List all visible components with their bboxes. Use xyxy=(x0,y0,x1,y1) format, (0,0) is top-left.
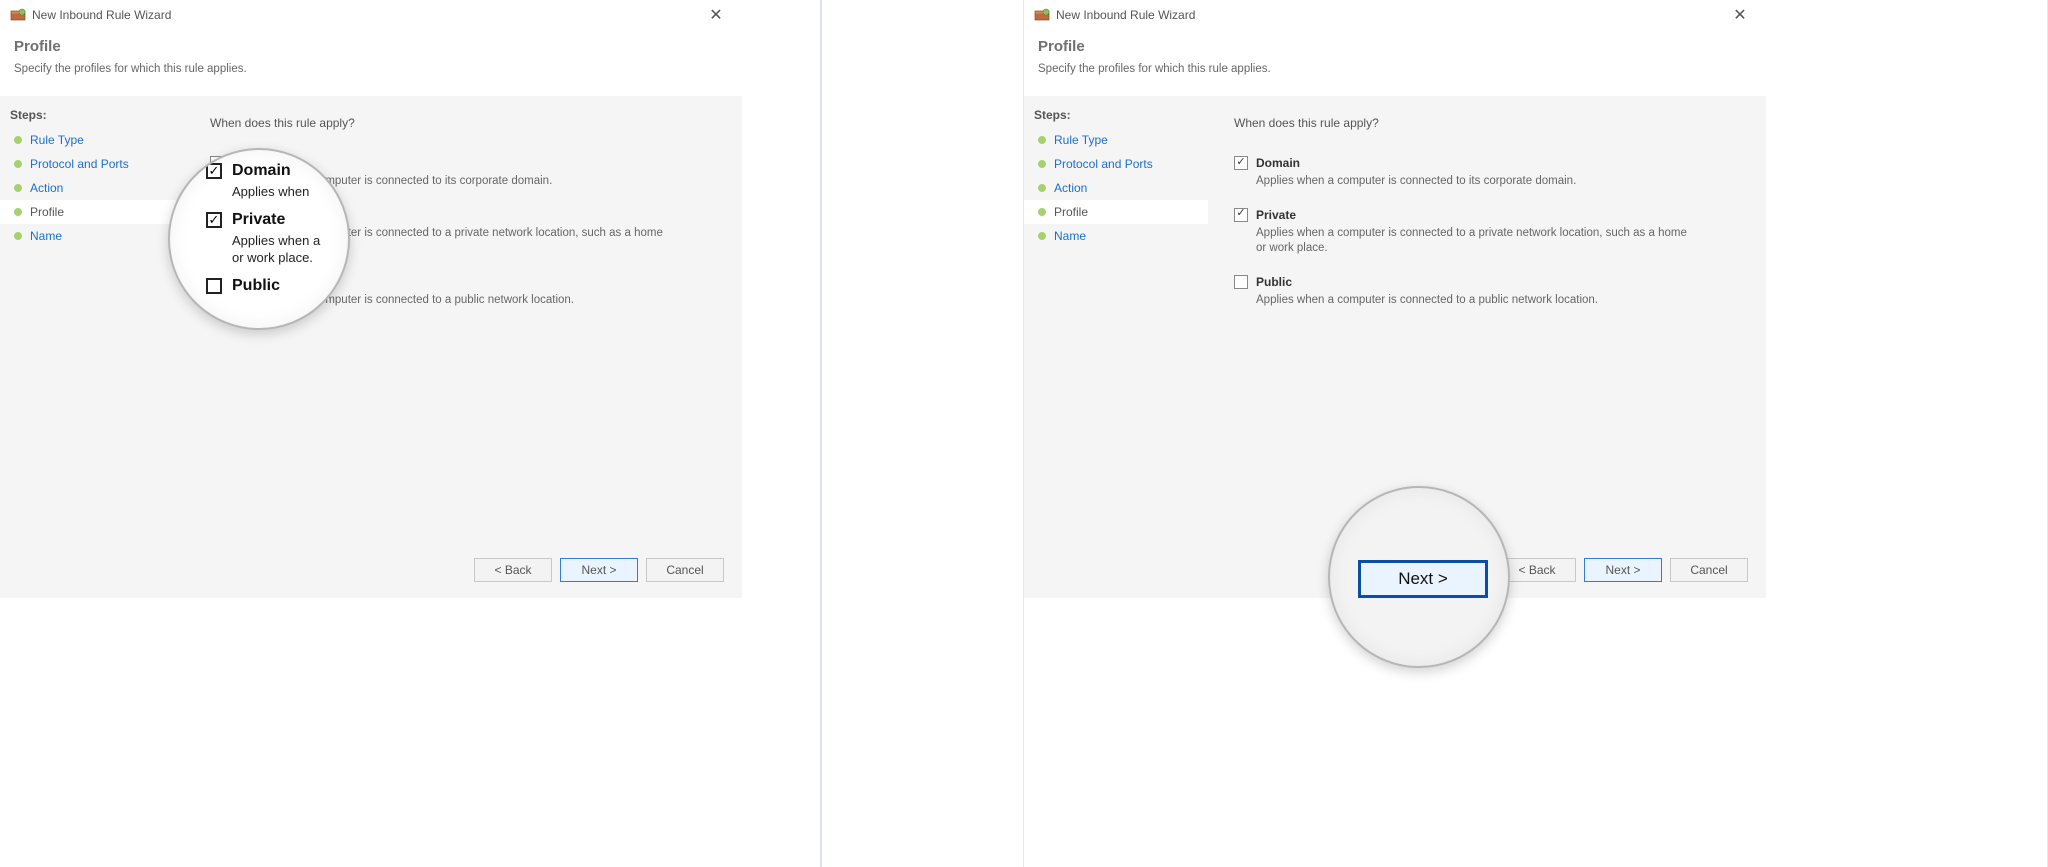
firewall-icon xyxy=(1034,7,1050,23)
option-desc: Applies when a computer is connected to … xyxy=(1256,226,1700,257)
step-dot-icon xyxy=(1038,184,1046,192)
option-public: Public Applies when a computer is connec… xyxy=(210,275,716,309)
step-rule-type[interactable]: Rule Type xyxy=(1024,128,1208,152)
step-label: Rule Type xyxy=(1054,133,1108,147)
page-title: Profile xyxy=(14,38,728,55)
step-dot-icon xyxy=(14,208,22,216)
next-button[interactable]: Next > xyxy=(1584,558,1662,582)
back-button[interactable]: < Back xyxy=(474,558,552,582)
cancel-button[interactable]: Cancel xyxy=(1670,558,1748,582)
steps-header: Steps: xyxy=(0,104,184,128)
page-subtitle: Specify the profiles for which this rule… xyxy=(1038,63,1752,75)
back-button[interactable]: < Back xyxy=(1498,558,1576,582)
step-label: Profile xyxy=(30,205,64,219)
step-dot-icon xyxy=(1038,136,1046,144)
checkbox-private[interactable] xyxy=(1234,208,1248,222)
button-bar: < Back Next > Cancel xyxy=(1498,558,1748,582)
page-header: Profile Specify the profiles for which t… xyxy=(0,30,742,83)
page-title: Profile xyxy=(1038,38,1752,55)
wizard-window: New Inbound Rule Wizard ✕ Profile Specif… xyxy=(0,0,742,598)
step-label: Profile xyxy=(1054,205,1088,219)
checkbox-public[interactable] xyxy=(210,275,224,289)
option-domain: Domain Applies when a computer is connec… xyxy=(210,156,716,190)
wizard-window: New Inbound Rule Wizard ✕ Profile Specif… xyxy=(1024,0,1766,598)
option-label: Public xyxy=(232,275,268,289)
checkbox-domain[interactable] xyxy=(1234,156,1248,170)
step-profile[interactable]: Profile xyxy=(1024,200,1208,224)
step-label: Action xyxy=(1054,181,1087,195)
checkbox-domain[interactable] xyxy=(210,156,224,170)
firewall-icon xyxy=(10,7,26,23)
step-dot-icon xyxy=(14,160,22,168)
page-subtitle: Specify the profiles for which this rule… xyxy=(14,63,728,75)
option-label: Public xyxy=(1256,275,1292,289)
step-label: Action xyxy=(30,181,63,195)
step-action[interactable]: Action xyxy=(1024,176,1208,200)
step-label: Name xyxy=(1054,229,1086,243)
option-private: Private Applies when a computer is conne… xyxy=(210,208,716,257)
option-label: Private xyxy=(232,208,272,222)
step-dot-icon xyxy=(1038,232,1046,240)
step-action[interactable]: Action xyxy=(0,176,184,200)
titlebar: New Inbound Rule Wizard ✕ xyxy=(0,0,742,30)
option-desc: Applies when a computer is connected to … xyxy=(1256,293,1700,309)
option-label: Domain xyxy=(232,156,276,170)
close-icon[interactable]: ✕ xyxy=(1720,1,1760,29)
option-desc: Applies when a computer is connected to … xyxy=(1256,174,1700,190)
steps-header: Steps: xyxy=(1024,104,1208,128)
option-desc: Applies when a computer is connected to … xyxy=(232,226,676,257)
option-domain: Domain Applies when a computer is connec… xyxy=(1234,156,1740,190)
close-icon[interactable]: ✕ xyxy=(696,1,736,29)
option-label: Private xyxy=(1256,208,1296,222)
step-name[interactable]: Name xyxy=(0,224,184,248)
step-name[interactable]: Name xyxy=(1024,224,1208,248)
checkbox-private[interactable] xyxy=(210,208,224,222)
question-text: When does this rule apply? xyxy=(1234,116,1740,130)
step-dot-icon xyxy=(14,232,22,240)
page-header: Profile Specify the profiles for which t… xyxy=(1024,30,1766,83)
step-label: Name xyxy=(30,229,62,243)
window-title: New Inbound Rule Wizard xyxy=(1056,8,1195,22)
step-dot-icon xyxy=(14,184,22,192)
content-pane: When does this rule apply? Domain Applie… xyxy=(1208,96,1766,598)
checkbox-public[interactable] xyxy=(1234,275,1248,289)
option-desc: Applies when a computer is connected to … xyxy=(232,174,676,190)
step-dot-icon xyxy=(14,136,22,144)
step-label: Protocol and Ports xyxy=(30,157,129,171)
option-private: Private Applies when a computer is conne… xyxy=(1234,208,1740,257)
content-pane: When does this rule apply? Domain Applie… xyxy=(184,96,742,598)
steps-sidebar: Steps: Rule Type Protocol and Ports Acti… xyxy=(1024,96,1208,598)
step-dot-icon xyxy=(1038,160,1046,168)
panel-right: New Inbound Rule Wizard ✕ Profile Specif… xyxy=(1024,0,2048,867)
step-protocol-ports[interactable]: Protocol and Ports xyxy=(1024,152,1208,176)
step-protocol-ports[interactable]: Protocol and Ports xyxy=(0,152,184,176)
panel-divider xyxy=(820,0,822,867)
step-label: Protocol and Ports xyxy=(1054,157,1153,171)
next-button[interactable]: Next > xyxy=(560,558,638,582)
step-profile[interactable]: Profile xyxy=(0,200,184,224)
option-label: Domain xyxy=(1256,156,1300,170)
question-text: When does this rule apply? xyxy=(210,116,716,130)
option-desc: Applies when a computer is connected to … xyxy=(232,293,676,309)
option-public: Public Applies when a computer is connec… xyxy=(1234,275,1740,309)
step-rule-type[interactable]: Rule Type xyxy=(0,128,184,152)
titlebar: New Inbound Rule Wizard ✕ xyxy=(1024,0,1766,30)
window-title: New Inbound Rule Wizard xyxy=(32,8,171,22)
panel-left: New Inbound Rule Wizard ✕ Profile Specif… xyxy=(0,0,1024,867)
step-dot-icon xyxy=(1038,208,1046,216)
steps-sidebar: Steps: Rule Type Protocol and Ports Acti… xyxy=(0,96,184,598)
button-bar: < Back Next > Cancel xyxy=(474,558,724,582)
step-label: Rule Type xyxy=(30,133,84,147)
cancel-button[interactable]: Cancel xyxy=(646,558,724,582)
